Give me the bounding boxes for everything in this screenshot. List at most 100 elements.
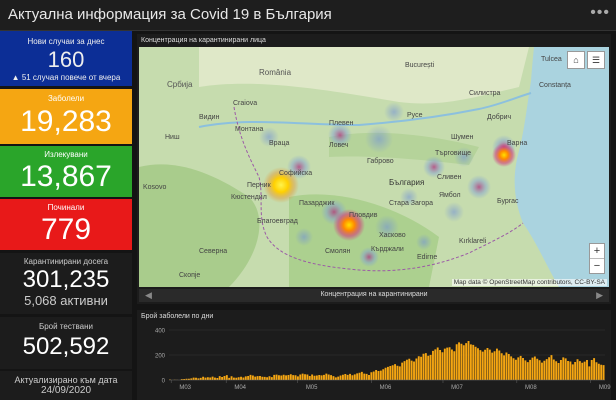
bar[interactable] (382, 369, 385, 380)
bar[interactable] (488, 349, 491, 380)
bar[interactable] (588, 366, 591, 380)
list-icon[interactable]: ☰ (587, 51, 605, 69)
bar[interactable] (576, 359, 579, 380)
home-icon[interactable]: ⌂ (567, 51, 585, 69)
bar[interactable] (384, 367, 387, 380)
bar[interactable] (372, 371, 375, 381)
bar[interactable] (301, 373, 304, 380)
bar[interactable] (289, 374, 292, 380)
bar[interactable] (460, 343, 463, 380)
bar[interactable] (398, 366, 401, 380)
bar[interactable] (590, 360, 593, 380)
bar[interactable] (578, 361, 581, 380)
bar[interactable] (394, 364, 397, 380)
bar[interactable] (278, 375, 280, 380)
bar[interactable] (538, 360, 541, 380)
bar[interactable] (403, 361, 406, 380)
bar[interactable] (195, 377, 197, 380)
bar[interactable] (429, 354, 432, 380)
bar[interactable] (337, 376, 340, 380)
bar[interactable] (287, 375, 290, 380)
bar[interactable] (413, 361, 415, 381)
bar[interactable] (524, 360, 527, 380)
bar[interactable] (550, 355, 553, 380)
bar[interactable] (427, 355, 430, 380)
bar[interactable] (365, 373, 368, 380)
bar[interactable] (453, 351, 456, 380)
bar[interactable] (498, 350, 501, 381)
bar[interactable] (503, 355, 506, 380)
bar[interactable] (313, 375, 316, 380)
bar[interactable] (339, 375, 342, 381)
more-dots-icon[interactable]: ••• (590, 4, 610, 22)
bar[interactable] (204, 377, 207, 380)
bar[interactable] (500, 353, 503, 380)
bar[interactable] (422, 353, 425, 380)
bar[interactable] (465, 343, 468, 380)
bar[interactable] (327, 374, 330, 381)
bar[interactable] (259, 376, 261, 380)
bar[interactable] (458, 342, 460, 380)
bar[interactable] (379, 370, 382, 380)
bar[interactable] (417, 356, 420, 380)
bar[interactable] (505, 352, 508, 381)
bar[interactable] (280, 375, 283, 381)
map-attribution[interactable]: Map data © OpenStreetMap contributors, C… (451, 279, 607, 286)
bar[interactable] (586, 360, 588, 380)
bar[interactable] (242, 377, 245, 381)
bar[interactable] (517, 357, 520, 380)
bar[interactable] (256, 376, 259, 380)
bar[interactable] (600, 364, 603, 380)
bar[interactable] (363, 373, 366, 380)
zoom-out-button[interactable]: − (590, 259, 604, 273)
bar[interactable] (311, 374, 314, 381)
bar[interactable] (299, 374, 302, 381)
bar[interactable] (249, 374, 252, 380)
bar[interactable] (296, 376, 299, 380)
bar[interactable] (522, 358, 524, 380)
bar[interactable] (526, 362, 529, 380)
bar[interactable] (294, 375, 297, 380)
bar[interactable] (583, 361, 586, 380)
bar[interactable] (230, 376, 233, 380)
bar[interactable] (341, 374, 344, 380)
bar[interactable] (199, 377, 202, 380)
bar[interactable] (391, 365, 394, 380)
bar[interactable] (360, 371, 363, 380)
bar[interactable] (353, 374, 356, 380)
bar[interactable] (202, 376, 205, 380)
bar[interactable] (273, 374, 276, 380)
bar[interactable] (562, 357, 565, 380)
bar[interactable] (469, 344, 472, 380)
bar[interactable] (325, 373, 328, 380)
bar[interactable] (323, 374, 325, 380)
bar[interactable] (424, 353, 427, 380)
bar[interactable] (270, 377, 273, 380)
bar[interactable] (555, 361, 558, 380)
bar[interactable] (567, 361, 569, 380)
bar[interactable] (358, 372, 361, 380)
bar[interactable] (228, 377, 231, 380)
daily-cases-chart[interactable]: 0 200 400 M03 M04 M05 M06 M07 M08 M09 (137, 310, 611, 400)
bar[interactable] (557, 363, 560, 380)
bar[interactable] (441, 352, 444, 380)
bar[interactable] (541, 362, 543, 380)
bar[interactable] (268, 376, 271, 380)
bar[interactable] (597, 363, 600, 380)
bar[interactable] (455, 344, 458, 380)
bar[interactable] (206, 377, 209, 380)
bar[interactable] (209, 377, 212, 381)
bar[interactable] (275, 374, 278, 380)
bar[interactable] (529, 359, 532, 380)
bar[interactable] (396, 365, 399, 380)
bar[interactable] (436, 347, 439, 381)
bar[interactable] (211, 376, 214, 380)
bar[interactable] (536, 358, 539, 380)
bar[interactable] (507, 354, 510, 380)
bar[interactable] (225, 375, 228, 380)
map-canvas[interactable]: București România Craiova Србија Kosovo … (139, 47, 609, 287)
bar[interactable] (330, 375, 333, 380)
bar[interactable] (593, 358, 596, 380)
bar[interactable] (548, 357, 551, 380)
bar[interactable] (446, 347, 449, 380)
